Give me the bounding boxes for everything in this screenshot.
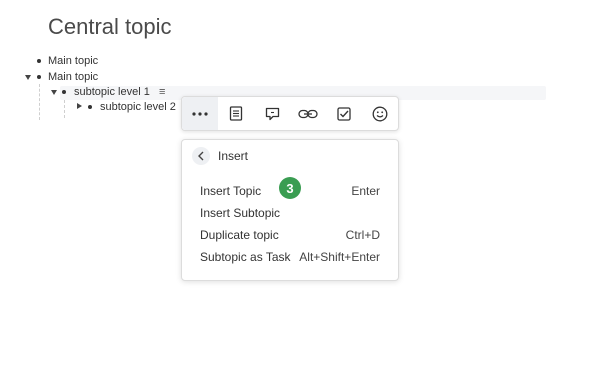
bullet-icon	[88, 105, 92, 109]
menu-item-shortcut: Enter	[351, 184, 380, 198]
menu-item-label: Insert Subtopic	[200, 206, 281, 220]
outline-item-main-topic-1[interactable]: Main topic	[48, 55, 98, 67]
insert-menu: Insert Insert Topic Enter Insert Subtopi…	[181, 139, 399, 281]
indent-guide	[39, 84, 40, 120]
menu-item-label: Duplicate topic	[200, 228, 279, 242]
outline-item-subtopic-level-1[interactable]: subtopic level 1	[74, 86, 150, 98]
menu-item-label: Insert Topic	[200, 184, 262, 198]
menu-item-duplicate-topic[interactable]: Duplicate topic Ctrl+D	[182, 225, 398, 245]
menu-item-subtopic-as-task[interactable]: Subtopic as Task Alt+Shift+Enter	[182, 247, 398, 267]
more-horizontal-icon	[192, 111, 208, 116]
chevron-left-icon	[198, 151, 204, 161]
emoji-icon	[372, 106, 388, 121]
menu-header: Insert	[192, 146, 248, 166]
back-button[interactable]	[192, 147, 210, 165]
more-button[interactable]	[182, 97, 218, 130]
link-icon	[298, 109, 318, 118]
menu-item-insert-subtopic[interactable]: Insert Subtopic	[182, 203, 398, 223]
topic-menu-icon[interactable]: ≡	[159, 86, 165, 98]
note-button[interactable]	[218, 97, 254, 130]
link-button[interactable]	[290, 97, 326, 130]
note-icon	[229, 106, 243, 121]
menu-item-shortcut: Alt+Shift+Enter	[299, 250, 380, 264]
page-title: Central topic	[48, 14, 172, 39]
emoji-button[interactable]	[362, 97, 398, 130]
indent-guide	[64, 100, 65, 118]
menu-item-shortcut: Ctrl+D	[345, 228, 380, 242]
outline-item-subtopic-level-2[interactable]: subtopic level 2	[100, 101, 176, 113]
checkbox-icon	[337, 106, 351, 121]
comment-icon	[265, 107, 279, 120]
task-button[interactable]	[326, 97, 362, 130]
expand-triangle-icon[interactable]	[77, 103, 82, 109]
collapse-triangle-icon[interactable]	[25, 75, 31, 80]
bullet-icon	[62, 90, 66, 94]
bullet-icon	[37, 75, 41, 79]
topic-toolbar	[181, 96, 399, 131]
menu-header-label: Insert	[218, 149, 249, 163]
step-badge: 3	[279, 177, 301, 199]
bullet-icon	[37, 59, 41, 63]
outline-item-main-topic-2[interactable]: Main topic	[48, 71, 98, 83]
menu-item-label: Subtopic as Task	[200, 250, 291, 264]
comment-button[interactable]	[254, 97, 290, 130]
collapse-triangle-icon[interactable]	[51, 90, 57, 95]
